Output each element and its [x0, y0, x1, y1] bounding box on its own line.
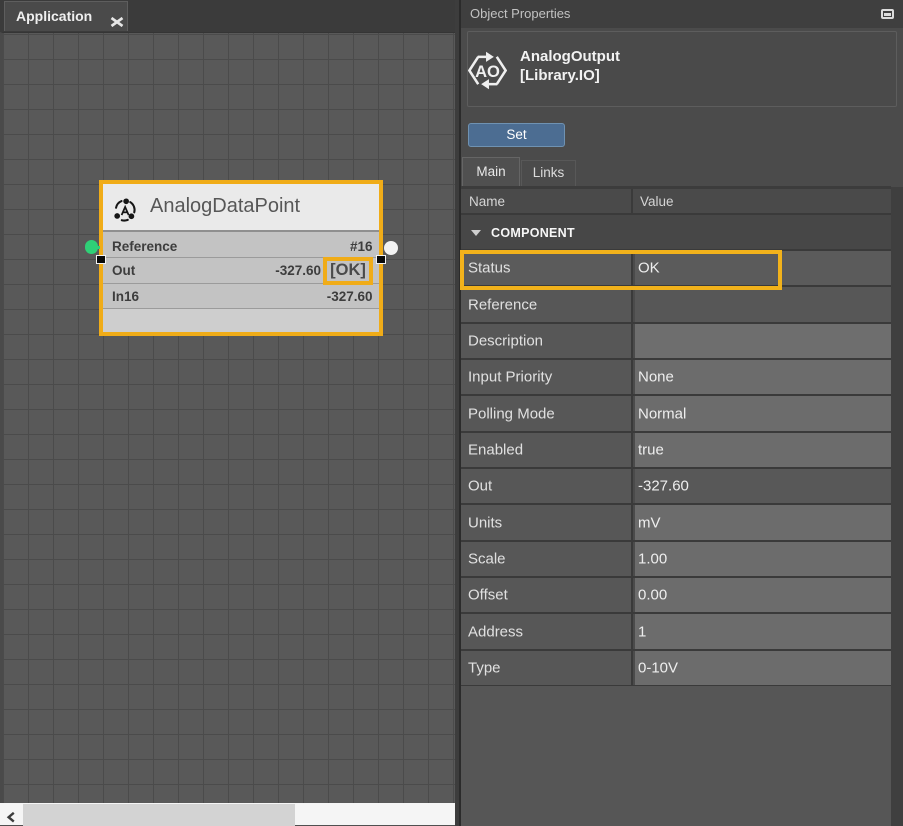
svg-text:AO: AO [475, 62, 500, 81]
